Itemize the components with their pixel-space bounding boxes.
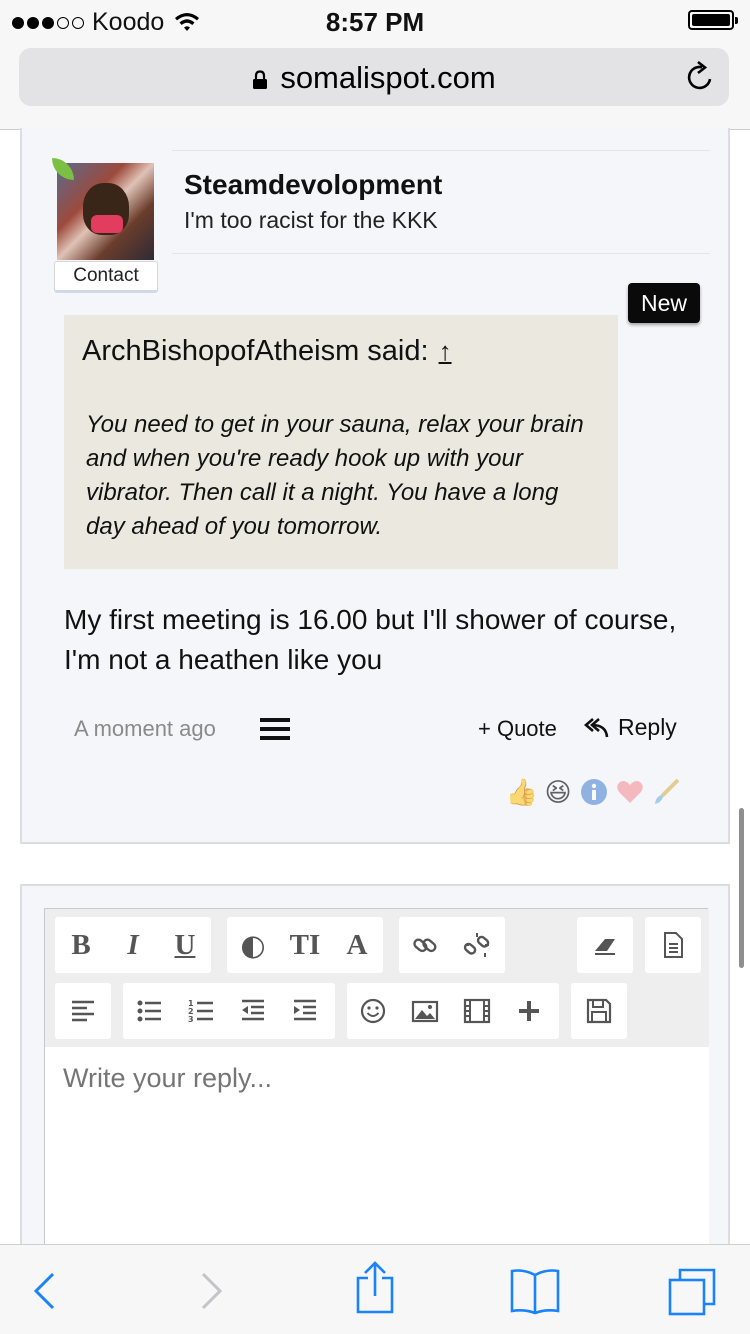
leaf-icon <box>52 158 74 180</box>
bookmarks-button[interactable] <box>505 1263 565 1319</box>
share-button[interactable] <box>345 1259 405 1315</box>
browser-toolbar <box>0 1244 750 1334</box>
reply-button[interactable]: Reply <box>584 714 677 741</box>
quote-block: ArchBishopofAtheism said: ↑ You need to g… <box>64 315 618 569</box>
back-button[interactable] <box>14 1263 74 1319</box>
video-icon[interactable] <box>451 983 503 1039</box>
quote-header: ArchBishopofAtheism said: ↑ <box>82 335 452 368</box>
reload-icon[interactable] <box>685 61 715 93</box>
bold-button[interactable]: B <box>55 917 107 973</box>
source-group <box>645 917 701 973</box>
reply-arrow-icon <box>584 717 609 737</box>
brush-icon[interactable] <box>650 776 682 808</box>
eraser-icon[interactable] <box>579 917 631 973</box>
style-group: ◐ TI A <box>227 917 383 973</box>
username[interactable]: Steamdevolopment <box>184 169 442 201</box>
new-badge: New <box>628 283 700 323</box>
url-display[interactable]: somalispot.com <box>19 60 729 96</box>
menu-icon[interactable] <box>260 718 290 740</box>
format-group: B I U <box>55 917 211 973</box>
back-icon <box>33 1272 55 1310</box>
info-icon[interactable] <box>578 776 610 808</box>
reply-editor: B I U ◐ TI A 1 2 3 Write your reply... <box>44 908 709 1269</box>
insert-group <box>347 983 559 1039</box>
reply-editor-container: B I U ◐ TI A 1 2 3 Write your reply... <box>20 884 730 1269</box>
post-message: My first meeting is 16.00 but I'll showe… <box>64 604 677 675</box>
reply-label: Reply <box>618 714 677 740</box>
quote-text: You need to get in your sauna, relax you… <box>86 411 584 540</box>
lock-icon <box>253 70 268 89</box>
forward-button[interactable] <box>182 1263 242 1319</box>
link-icon[interactable] <box>399 917 451 973</box>
page-scrollbar[interactable] <box>739 808 744 968</box>
editor-toolbar: B I U ◐ TI A 1 2 3 <box>45 909 709 1047</box>
numbered-list-icon[interactable]: 123 <box>175 983 227 1039</box>
save-draft-icon[interactable] <box>573 983 625 1039</box>
align-group <box>55 983 111 1039</box>
font-size-button[interactable]: TI <box>279 917 331 973</box>
contact-button[interactable]: Contact <box>54 261 158 293</box>
list-group: 123 <box>123 983 335 1039</box>
status-bar: Koodo 8:57 PM <box>0 0 750 40</box>
italic-button[interactable]: I <box>107 917 159 973</box>
link-group <box>399 917 505 973</box>
image-icon[interactable] <box>399 983 451 1039</box>
url-text: somalispot.com <box>280 60 496 95</box>
plus-icon[interactable] <box>503 983 555 1039</box>
clock: 8:57 PM <box>325 7 425 37</box>
user-title: I'm too racist for the KKK <box>184 207 438 233</box>
forum-post: Contact Steamdevolopment I'm too racist … <box>20 128 730 844</box>
eraser-group <box>577 917 633 973</box>
unlink-icon[interactable] <box>451 917 503 973</box>
font-family-button[interactable]: A <box>331 917 383 973</box>
underline-button[interactable]: U <box>159 917 211 973</box>
user-info: Steamdevolopment I'm too racist for the … <box>172 150 710 254</box>
bookmarks-icon <box>510 1269 560 1315</box>
smiley-icon[interactable] <box>347 983 399 1039</box>
indent-icon[interactable] <box>279 983 331 1039</box>
outdent-icon[interactable] <box>227 983 279 1039</box>
bullet-list-icon[interactable] <box>123 983 175 1039</box>
laugh-icon[interactable]: 😆 <box>542 776 574 808</box>
reply-input[interactable] <box>45 1047 709 1269</box>
svg-text:3: 3 <box>188 1015 194 1024</box>
share-icon <box>356 1261 394 1314</box>
color-button[interactable]: ◐ <box>227 917 279 973</box>
forward-icon <box>201 1272 223 1310</box>
browser-chrome: somalispot.com <box>0 40 750 130</box>
reactions-bar: 👍 😆 <box>506 776 682 808</box>
like-icon[interactable]: 👍 <box>506 776 538 808</box>
tabs-icon <box>668 1268 716 1316</box>
battery-icon <box>688 10 738 30</box>
quote-button[interactable]: + Quote <box>478 716 557 742</box>
tabs-button[interactable] <box>662 1263 722 1319</box>
save-group <box>571 983 627 1039</box>
document-icon[interactable] <box>647 917 699 973</box>
quote-author: ArchBishopofAtheism said: <box>82 335 429 367</box>
post-timestamp[interactable]: A moment ago <box>74 716 216 742</box>
address-bar[interactable]: somalispot.com <box>19 48 729 106</box>
love-icon[interactable] <box>614 776 646 808</box>
jump-to-quote-icon[interactable]: ↑ <box>439 336 452 367</box>
align-left-icon[interactable] <box>57 983 109 1039</box>
